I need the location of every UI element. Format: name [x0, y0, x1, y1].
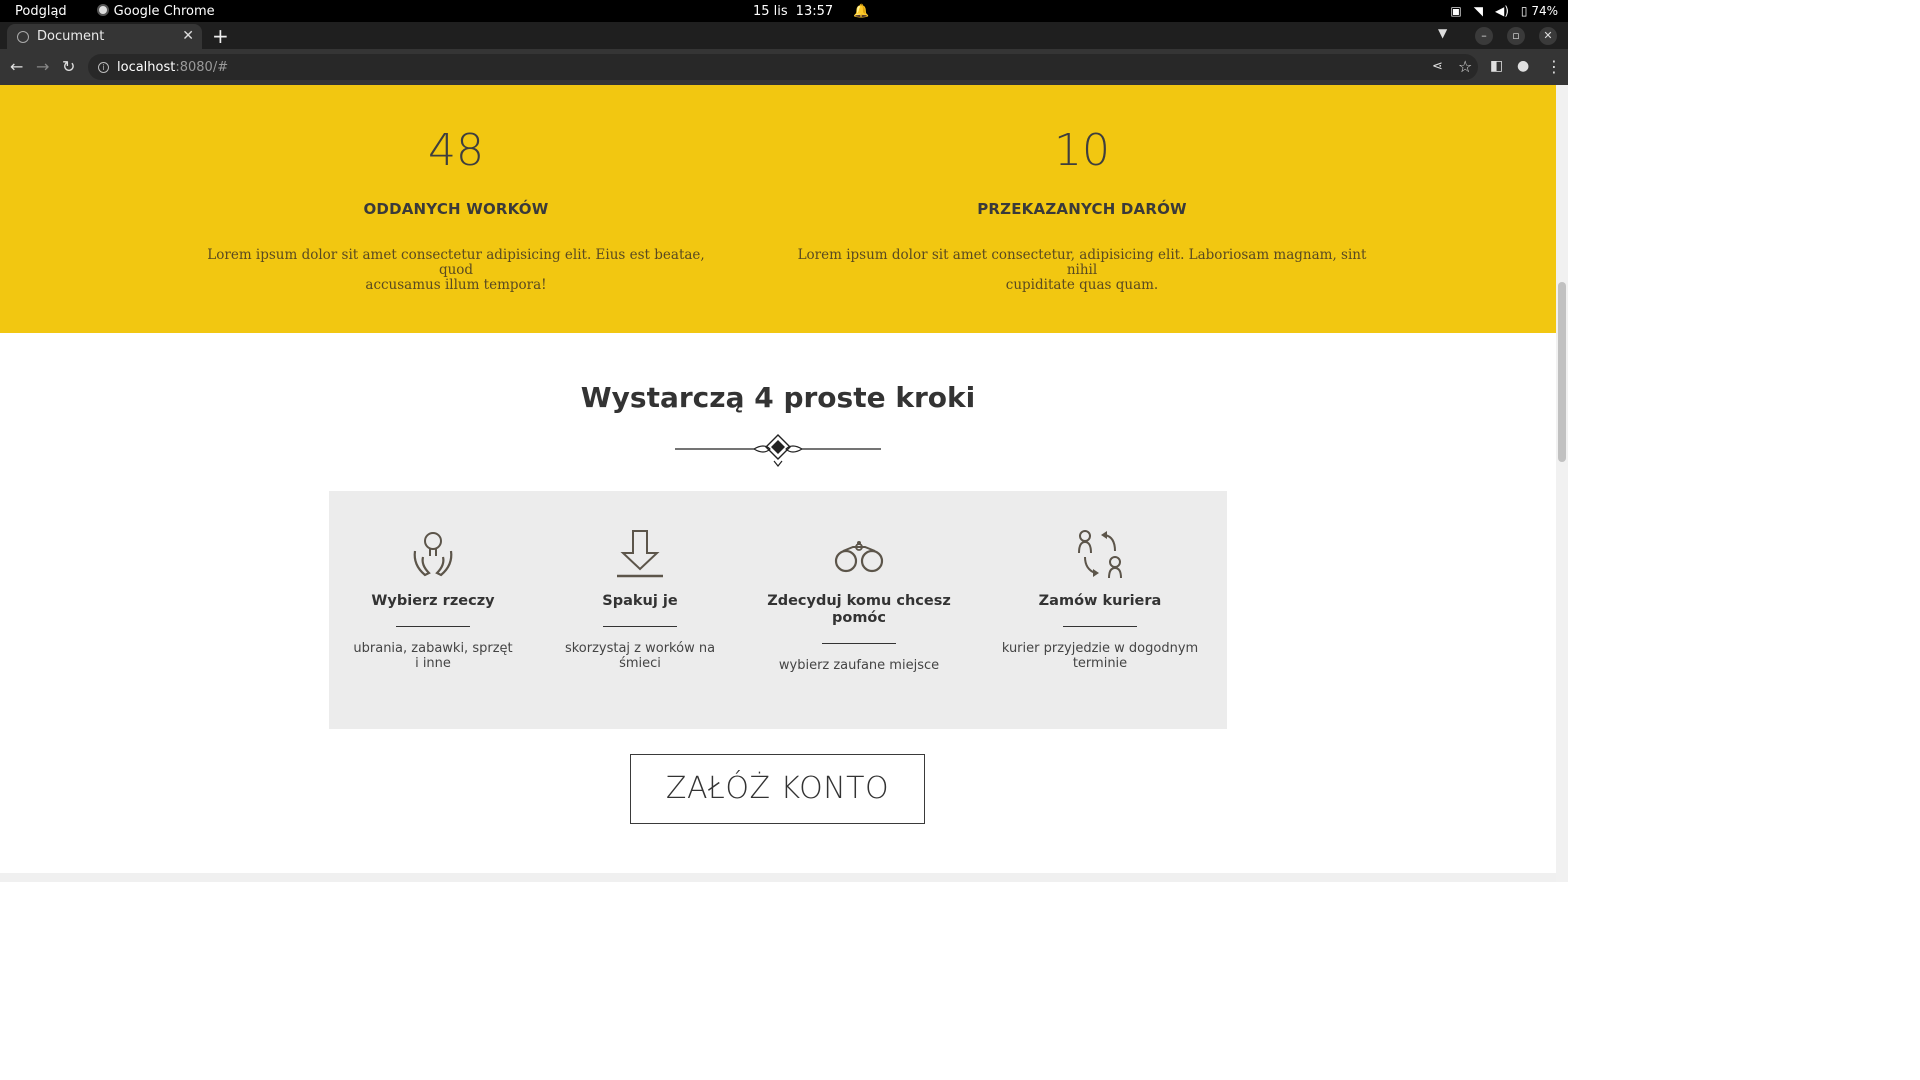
reload-icon[interactable]: ↻ [62, 57, 75, 76]
scrollbar-thumb[interactable] [1558, 282, 1566, 462]
step-choose-items: Wybierz rzeczy ubrania, zabawki, sprzęt … [333, 491, 533, 671]
tab-title: Document [37, 29, 105, 44]
close-tab-icon[interactable]: ✕ [182, 28, 194, 44]
url-path: :8080/# [175, 59, 229, 75]
stat-label: PRZEKAZANYCH DARÓW [977, 200, 1187, 218]
stat-description-line: Lorem ipsum dolor sit amet consectetur, … [797, 247, 1367, 278]
step-description-line: śmieci [619, 656, 661, 671]
binoculars-icon [834, 541, 884, 573]
stat-number: 48 [428, 125, 484, 176]
tab-strip: Document ✕ + ▼ – ▫ ✕ [0, 22, 1568, 49]
step-divider [603, 626, 677, 627]
clock-time: 13:57 [795, 3, 834, 19]
tab-search-chevron-icon[interactable]: ▼ [1438, 26, 1447, 40]
step-description-line: kurier przyjedzie w dogodnym [1001, 641, 1199, 656]
step-title-line: Zamów kuriera [1038, 593, 1162, 609]
stat-bags: 48 ODDANYCH WORKÓW Lorem ipsum dolor sit… [206, 85, 706, 293]
section-title: Wystarczą 4 proste kroki [580, 381, 976, 414]
wifi-icon[interactable]: ◥ [1474, 4, 1483, 18]
bell-icon: 🔔 [853, 3, 870, 19]
step-description: wybierz zaufane miejsce [759, 658, 959, 673]
clock[interactable]: 15 lis 13:57 🔔 [753, 4, 869, 19]
address-bar[interactable]: i localhost:8080/# [88, 54, 1478, 80]
battery-indicator[interactable]: ▯ 74% [1521, 4, 1558, 18]
globe-icon [17, 30, 29, 43]
step-description: kurier przyjedzie w dogodnym terminie [1000, 641, 1200, 671]
step-divider [822, 643, 896, 644]
stat-description-line: Lorem ipsum dolor sit amet consectetur a… [207, 247, 705, 278]
page-scrollbar[interactable] [1556, 85, 1568, 882]
stats-section: 48 ODDANYCH WORKÓW Lorem ipsum dolor sit… [0, 85, 1556, 333]
step-divider [1063, 626, 1137, 627]
active-app-label: Google Chrome [113, 3, 215, 19]
download-arrow-icon [617, 530, 663, 578]
next-section-edge [0, 873, 1556, 882]
decoration-ornament-icon [675, 434, 881, 467]
step-title-line: Zdecyduj komu chcesz [767, 593, 951, 609]
stat-description: Lorem ipsum dolor sit amet consectetur a… [206, 248, 706, 293]
profile-icon[interactable]: ● [1517, 58, 1529, 74]
step-title: Zamów kuriera [1000, 593, 1200, 610]
stat-description-line: accusamus illum tempora! [365, 277, 547, 293]
stat-number: 10 [1054, 125, 1110, 176]
new-tab-button[interactable]: + [212, 24, 229, 48]
image-icon[interactable]: ▣ [1450, 4, 1461, 18]
menu-dots-icon[interactable]: ⋮ [1546, 57, 1562, 76]
forward-icon[interactable]: → [36, 57, 49, 76]
bookmark-star-icon[interactable]: ☆ [1458, 57, 1472, 76]
step-description: skorzystaj z worków na śmieci [540, 641, 740, 671]
step-title: Zdecyduj komu chcesz pomóc [759, 593, 959, 627]
step-order-courier: Zamów kuriera kurier przyjedzie w dogodn… [1000, 491, 1200, 671]
close-window-button[interactable]: ✕ [1539, 27, 1557, 45]
step-choose-recipient: Zdecyduj komu chcesz pomóc wybierz zaufa… [759, 491, 959, 673]
restore-button[interactable]: ▫ [1507, 27, 1525, 45]
active-app[interactable]: Google Chrome [96, 3, 215, 19]
minimize-button[interactable]: – [1475, 27, 1493, 45]
step-description-line: wybierz zaufane miejsce [778, 658, 940, 673]
battery-percent: 74% [1531, 4, 1558, 18]
create-account-button[interactable]: ZAŁÓŻ KONTO [630, 754, 925, 824]
side-panel-icon[interactable]: ◧ [1490, 58, 1503, 74]
share-icon[interactable]: ⋖ [1432, 59, 1443, 74]
step-title-line: pomóc [831, 610, 886, 626]
site-info-icon[interactable]: i [98, 61, 109, 73]
step-description: ubrania, zabawki, sprzęt i inne [333, 641, 533, 671]
hands-lightbulb-icon [413, 532, 453, 577]
step-description-line: terminie [1072, 656, 1128, 671]
step-title-line: Spakuj je [602, 593, 678, 609]
url-host: localhost [117, 59, 176, 75]
toolbar: ← → ↻ i localhost:8080/# ⋖ ☆ ◧ ● ⋮ [0, 49, 1568, 85]
stat-label: ODDANYCH WORKÓW [363, 200, 549, 218]
step-description-line: ubrania, zabawki, sprzęt [353, 641, 513, 656]
stat-description: Lorem ipsum dolor sit amet consectetur, … [797, 248, 1367, 293]
clock-date: 15 lis [753, 3, 788, 19]
volume-icon[interactable]: ◀) [1495, 4, 1509, 18]
step-description-line: skorzystaj z worków na [564, 641, 716, 656]
step-divider [396, 626, 470, 627]
step-title: Wybierz rzeczy [333, 593, 533, 610]
people-exchange-icon [1078, 530, 1122, 579]
step-title-line: Wybierz rzeczy [371, 593, 495, 609]
step-description-line: i inne [415, 656, 451, 671]
step-title: Spakuj je [540, 593, 740, 610]
page-viewport: 48 ODDANYCH WORKÓW Lorem ipsum dolor sit… [0, 85, 1556, 882]
tab-document[interactable]: Document ✕ [7, 24, 202, 49]
os-top-bar: Podgląd Google Chrome 15 lis 13:57 🔔 ▣ ◥… [0, 0, 1568, 22]
chrome-icon [96, 3, 109, 16]
stat-gifts: 10 PRZEKAZANYCH DARÓW Lorem ipsum dolor … [797, 85, 1367, 293]
app-menu[interactable]: Podgląd [15, 4, 67, 19]
steps-box: Wybierz rzeczy ubrania, zabawki, sprzęt … [329, 491, 1227, 729]
back-icon[interactable]: ← [10, 57, 23, 76]
step-pack-items: Spakuj je skorzystaj z worków na śmieci [540, 491, 740, 671]
stat-description-line: cupiditate quas quam. [1005, 277, 1159, 293]
